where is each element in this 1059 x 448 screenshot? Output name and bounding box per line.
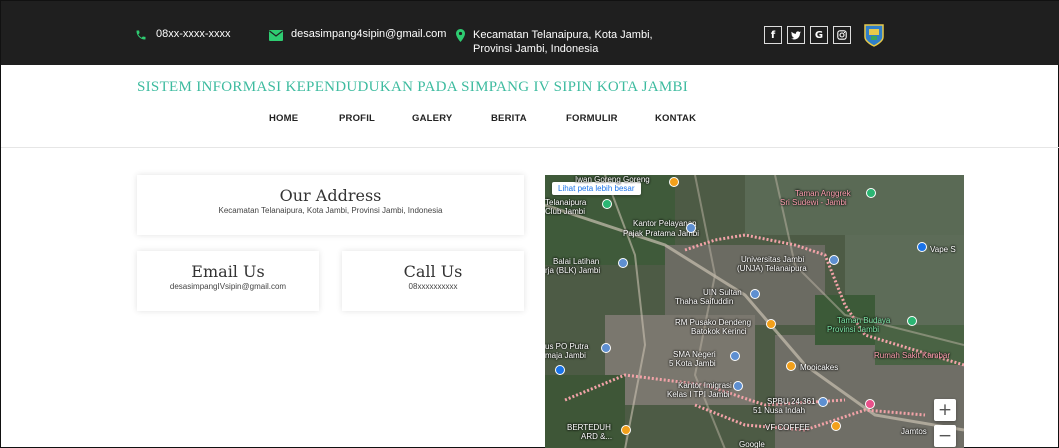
- park-pin-icon[interactable]: [866, 188, 876, 198]
- call-title: Call Us: [403, 262, 463, 281]
- school-pin-icon[interactable]: [750, 289, 760, 299]
- address-card: Our Address Kecamatan Telanaipura, Kota …: [137, 175, 524, 235]
- jambi-emblem-logo: [863, 23, 885, 47]
- shop-pin-icon[interactable]: [917, 242, 927, 252]
- nav-galery[interactable]: GALERY: [412, 113, 452, 124]
- instagram-icon[interactable]: [833, 26, 851, 44]
- map-label: SMA Negeri: [673, 350, 716, 359]
- map-label: Jamtos: [901, 427, 927, 436]
- map-label: Balai Latihan: [553, 257, 600, 266]
- map-marker-icon: [453, 28, 467, 42]
- map-label: rja (BLK) Jambi: [545, 266, 601, 275]
- shopping-pin-icon[interactable]: [865, 399, 875, 409]
- map-label: maja Jambi: [545, 351, 586, 360]
- map-label: 5 Kota Jambi: [669, 359, 716, 368]
- map-label: Universitas Jambi: [741, 255, 805, 264]
- park-pin-icon[interactable]: [907, 316, 917, 326]
- map-label: Mooicakes: [800, 363, 839, 372]
- topbar-email[interactable]: desasimpang4sipin@gmail.com: [269, 28, 446, 42]
- topbar-address-line2: Provinsi Jambi, Indonesia: [473, 43, 599, 55]
- map-label: ARD &...: [581, 432, 613, 441]
- nav-home[interactable]: HOME: [269, 113, 298, 124]
- nav-kontak[interactable]: KONTAK: [655, 113, 696, 124]
- park-pin-icon[interactable]: [602, 199, 612, 209]
- map-label: us PO Putra: [545, 342, 589, 351]
- nav-profil[interactable]: PROFIL: [339, 113, 375, 124]
- building-pin-icon[interactable]: [618, 258, 628, 268]
- map-label: Vape S: [930, 245, 956, 254]
- building-pin-icon[interactable]: [686, 223, 696, 233]
- map-label: Taman Budaya: [837, 316, 891, 325]
- map-label: 51 Nusa Indah: [753, 406, 806, 415]
- nav-berita[interactable]: BERITA: [491, 113, 527, 124]
- school-pin-icon[interactable]: [730, 351, 740, 361]
- facebook-icon[interactable]: f: [764, 26, 782, 44]
- map-label: UIN Sultan: [703, 288, 742, 297]
- email-card: Email Us desasimpangIVsipin@gmail.com: [137, 251, 319, 311]
- email-text[interactable]: desasimpangIVsipin@gmail.com: [137, 282, 319, 291]
- phone-icon: [134, 28, 148, 42]
- twitter-icon[interactable]: [787, 26, 805, 44]
- top-bar: 08xx-xxxx-xxxx desasimpang4sipin@gmail.c…: [1, 1, 1059, 65]
- map-label: Provinsi Jambi: [827, 325, 880, 334]
- food-pin-icon[interactable]: [766, 319, 776, 329]
- nav-formulir[interactable]: FORMULIR: [566, 113, 618, 124]
- map-label: Sri Sudewi - Jambi: [780, 198, 847, 207]
- bus-pin-icon[interactable]: [601, 343, 611, 353]
- map-label: BERTEDUH: [567, 423, 611, 432]
- map-label: Rumah Sakit Kambar: [874, 351, 951, 360]
- call-text[interactable]: 08xxxxxxxxxx: [342, 282, 524, 291]
- map-label: Iwan Goreng Goreng: [575, 175, 650, 184]
- map-label: Batokok Kerinci: [691, 327, 747, 336]
- map-label: Taman Anggrek: [795, 189, 851, 198]
- school-pin-icon[interactable]: [829, 255, 839, 265]
- google-icon[interactable]: G: [810, 26, 828, 44]
- food-pin-icon[interactable]: [831, 421, 841, 431]
- topbar-phone-text: 08xx-xxxx-xxxx: [156, 28, 231, 40]
- map-label: Telanaipura: [545, 198, 587, 207]
- zoom-out-button[interactable]: −: [934, 425, 956, 447]
- call-card: Call Us 08xxxxxxxxxx: [342, 251, 524, 311]
- google-map-embed[interactable]: Lihat peta lebih besar Iwan Goreng Goren…: [545, 175, 964, 448]
- map-label: SPBU 24.361: [767, 397, 816, 406]
- map-label: (UNJA) Telanaipura: [737, 264, 807, 273]
- map-label: Club Jambi: [545, 207, 586, 216]
- topbar-address: Kecamatan Telanaipura, Kota Jambi, Provi…: [453, 28, 653, 56]
- food-pin-icon[interactable]: [621, 425, 631, 435]
- address-text: Kecamatan Telanaipura, Kota Jambi, Provi…: [218, 206, 443, 215]
- map-label: Kantor Imigrasi: [678, 381, 732, 390]
- bus-stop-pin-icon[interactable]: [555, 365, 565, 375]
- envelope-icon: [269, 28, 283, 42]
- header-divider: [1, 147, 1059, 148]
- food-pin-icon[interactable]: [669, 177, 679, 187]
- map-label: RM Pusako Dendeng: [675, 318, 752, 327]
- food-pin-icon[interactable]: [786, 361, 796, 371]
- email-title: Email Us: [191, 262, 265, 281]
- topbar-phone[interactable]: 08xx-xxxx-xxxx: [134, 28, 231, 42]
- social-links: f G: [764, 26, 851, 44]
- topbar-email-text: desasimpang4sipin@gmail.com: [291, 28, 447, 40]
- main-nav: HOME PROFIL GALERY BERITA FORMULIR KONTA…: [1, 113, 1059, 129]
- gas-station-pin-icon[interactable]: [818, 397, 828, 407]
- site-title[interactable]: SISTEM INFORMASI KEPENDUDUKAN PADA SIMPA…: [137, 79, 688, 96]
- map-label: Thaha Saifuddin: [675, 297, 734, 306]
- map-label: VF COFFEE: [765, 423, 810, 432]
- address-title: Our Address: [279, 186, 382, 205]
- map-label: Kelas I TPI Jambi: [667, 390, 730, 399]
- zoom-in-button[interactable]: +: [934, 399, 956, 421]
- topbar-address-line1: Kecamatan Telanaipura, Kota Jambi,: [473, 29, 653, 41]
- google-watermark: Google: [739, 440, 765, 448]
- building-pin-icon[interactable]: [733, 381, 743, 391]
